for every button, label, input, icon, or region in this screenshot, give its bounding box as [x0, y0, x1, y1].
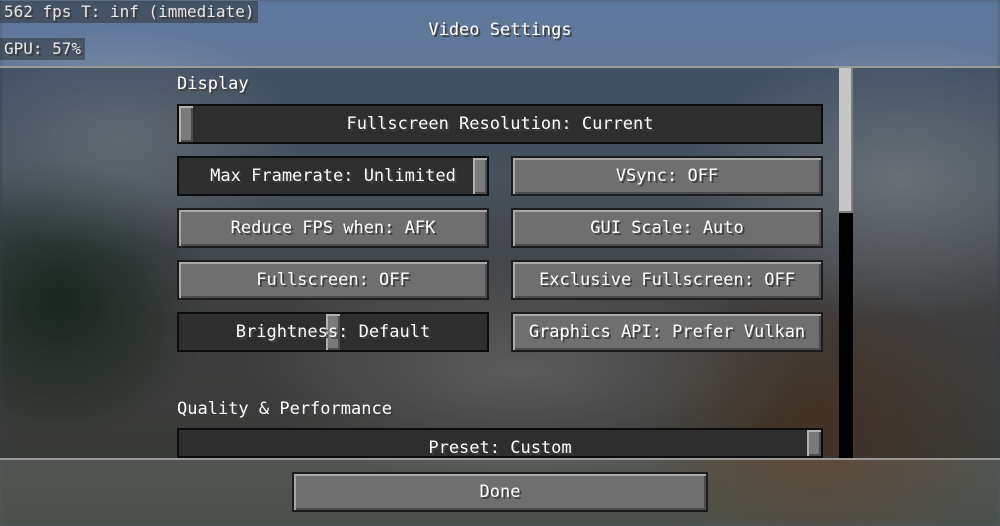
exclusive-fullscreen-button[interactable]: Exclusive Fullscreen: OFF — [511, 260, 823, 300]
scrollbar-thumb[interactable] — [839, 68, 853, 213]
page-title: Video Settings — [428, 20, 572, 40]
done-button[interactable]: Done — [292, 472, 708, 512]
vsync-button[interactable]: VSync: OFF — [511, 156, 823, 196]
slider-knob[interactable] — [473, 158, 487, 194]
slider-knob[interactable] — [807, 430, 821, 456]
fullscreen-button[interactable]: Fullscreen: OFF — [177, 260, 489, 300]
section-quality-heading: Quality & Performance — [177, 399, 392, 419]
slider-label: Preset: Custom — [428, 438, 572, 458]
reduce-fps-button[interactable]: Reduce FPS when: AFK — [177, 208, 489, 248]
slider-label: Fullscreen Resolution: Current — [346, 114, 654, 134]
graphics-api-button[interactable]: Graphics API: Prefer Vulkan — [511, 312, 823, 352]
preset-slider[interactable]: Preset: Custom — [177, 428, 823, 458]
brightness-slider[interactable]: Brightness: Default — [177, 312, 489, 352]
section-display-heading: Display — [177, 74, 249, 94]
gui-scale-button[interactable]: GUI Scale: Auto — [511, 208, 823, 248]
fullscreen-resolution-slider[interactable]: Fullscreen Resolution: Current — [177, 104, 823, 144]
gpu-readout: GPU: 57% — [0, 38, 86, 60]
slider-label: Brightness: Default — [235, 322, 431, 342]
max-framerate-slider[interactable]: Max Framerate: Unlimited — [177, 156, 489, 196]
slider-label: Max Framerate: Unlimited — [210, 166, 456, 186]
slider-knob[interactable] — [179, 106, 193, 142]
